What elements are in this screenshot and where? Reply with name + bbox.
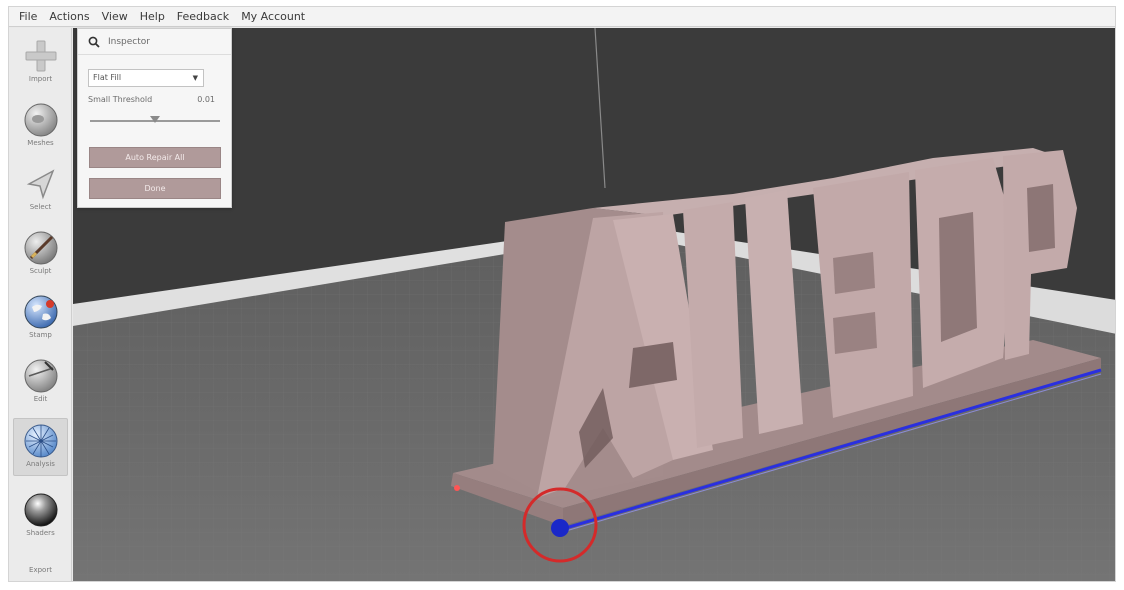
app-window: File Actions View Help Feedback My Accou… [8,6,1116,582]
tool-meshes[interactable]: Meshes [13,98,68,156]
dropdown-arrow-icon: ▼ [192,74,198,82]
shiny-sphere-icon [24,493,57,527]
plus-icon [25,40,56,72]
threshold-slider-thumb[interactable] [150,116,160,123]
tool-select-label: Select [29,203,52,211]
repair-mode-select[interactable]: Flat Fill ▼ [88,69,204,87]
tool-edit-label: Edit [33,395,48,403]
tool-edit[interactable]: Edit [13,354,68,412]
auto-repair-all-button[interactable]: Auto Repair All [89,147,221,168]
tool-stamp-label: Stamp [29,331,52,339]
tool-sculpt[interactable]: Sculpt [13,226,68,284]
model-letter-a-hole [629,342,677,388]
tool-shaders[interactable]: Shaders [13,488,68,546]
left-toolbar: Import Meshes Select Sculpt Stamp Edit A… [9,28,72,581]
menu-bar: File Actions View Help Feedback My Accou… [9,7,1115,27]
sphere-icon [24,103,57,137]
globe-stamp-icon [24,295,57,329]
blue-vertex[interactable] [551,519,569,537]
arrow-cursor-icon [26,169,54,200]
tool-sculpt-label: Sculpt [29,267,52,275]
red-vertex-marker [454,485,460,491]
inspector-title: Inspector [108,36,150,47]
model-letter-d-hole [939,212,977,342]
menu-my-account[interactable]: My Account [235,10,311,23]
tool-shaders-label: Shaders [26,529,55,537]
threshold-label: Small Threshold [88,95,153,104]
tool-stamp[interactable]: Stamp [13,290,68,348]
inspector-panel: Inspector Flat Fill ▼ Small Threshold 0.… [77,28,232,208]
search-icon [88,36,100,48]
menu-actions[interactable]: Actions [43,10,95,23]
tool-export[interactable]: Export [13,556,68,581]
menu-view[interactable]: View [96,10,134,23]
wire-sphere-icon [24,424,57,458]
tool-import-label: Import [28,75,53,83]
inspector-header: Inspector [78,29,231,55]
menu-feedback[interactable]: Feedback [171,10,235,23]
repair-mode-value: Flat Fill [93,73,122,82]
tool-analysis-label: Analysis [26,460,55,468]
model-letter-p-hole [1027,184,1055,252]
model-letter-3-notch-1 [833,252,875,294]
brush-icon [24,231,57,265]
model-letter-3-notch-2 [833,312,877,354]
tool-export-label: Export [29,566,52,574]
done-button[interactable]: Done [89,178,221,199]
edit-sphere-icon [24,359,57,393]
tool-analysis[interactable]: Analysis [13,418,68,476]
tool-select[interactable]: Select [13,162,68,220]
menu-help[interactable]: Help [134,10,171,23]
tool-import[interactable]: Import [13,34,68,92]
threshold-value: 0.01 [197,95,215,104]
menu-file[interactable]: File [13,10,43,23]
tool-meshes-label: Meshes [27,139,54,147]
